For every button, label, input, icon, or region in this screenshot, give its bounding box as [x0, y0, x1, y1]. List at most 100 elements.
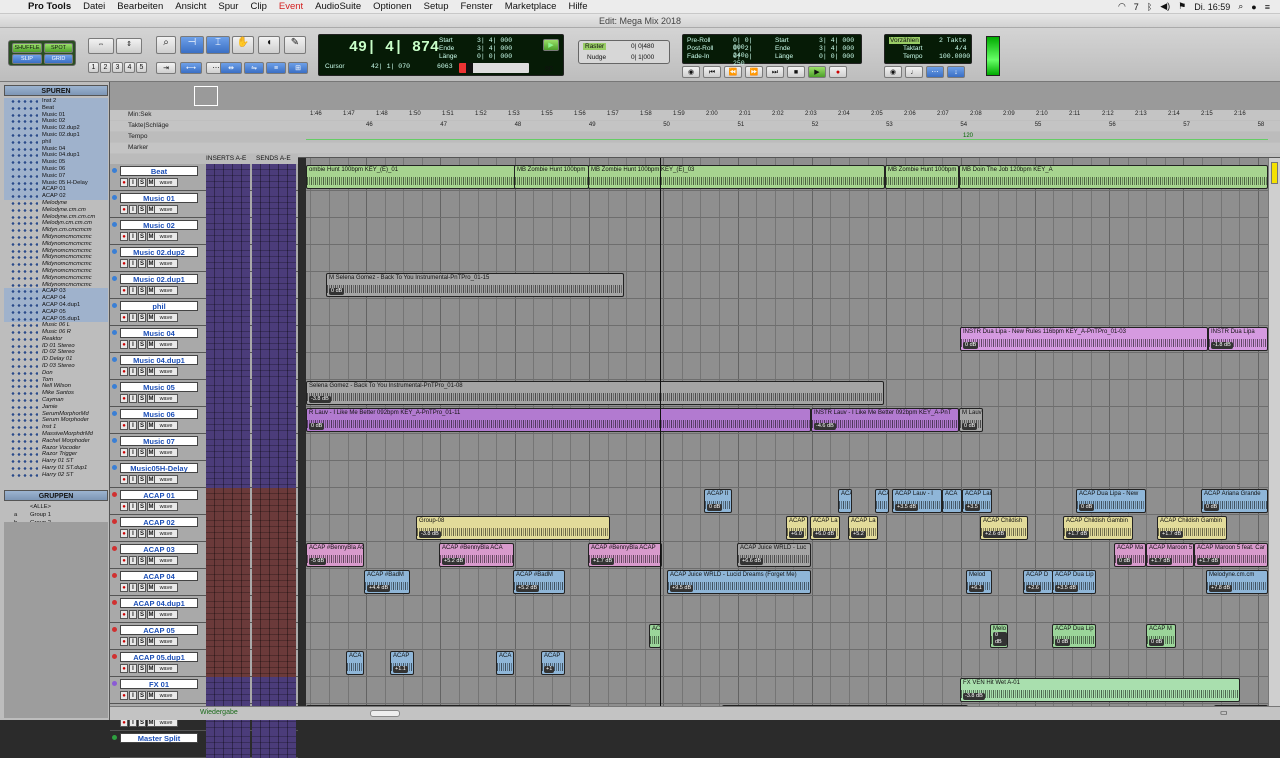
solo-icon[interactable]: S: [138, 583, 146, 592]
audio-clip[interactable]: ACAP #BadM +4.4 dB: [364, 570, 410, 594]
sidebar-track-item[interactable]: Mldynomcmcmcmc: [4, 241, 108, 248]
universe-overview[interactable]: [110, 82, 1280, 110]
track-name[interactable]: ACAP 03: [120, 544, 198, 554]
audio-clip[interactable]: ACAP Childish Gambin +1.7 dB: [1157, 516, 1227, 540]
audio-clip[interactable]: ACAP Maroon 5 +1.7 dB: [1146, 543, 1194, 567]
audio-clip[interactable]: Melodyne.cm.cm +7.8 dB: [1206, 570, 1268, 594]
sidebar-track-item[interactable]: Harry 01 ST.dup1: [4, 465, 108, 472]
trim-tool-icon[interactable]: ⊣: [180, 36, 204, 54]
insert-slots[interactable]: [206, 434, 250, 461]
rec-arm-icon[interactable]: ●: [120, 313, 128, 322]
insert-slots[interactable]: [206, 245, 250, 272]
track-lane[interactable]: FX VEN Hit Wet A-01 -3.8 dB: [306, 677, 1268, 704]
track-header[interactable]: ACAP 05 ● I S Mwave: [110, 623, 298, 650]
menu-fenster[interactable]: Fenster: [455, 1, 499, 12]
sidebar-track-item[interactable]: MassiveMorphdrMd: [4, 431, 108, 438]
audio-clip[interactable]: ACAP #BennyBla ACA +5.2 dB: [439, 543, 514, 567]
stacks-icon[interactable]: ⊞: [288, 62, 308, 74]
send-slots[interactable]: [252, 191, 296, 218]
track-visibility-icon[interactable]: [10, 188, 38, 192]
send-slots[interactable]: [252, 542, 296, 569]
meter-value[interactable]: 4/4: [955, 45, 967, 52]
track-visibility-icon[interactable]: [10, 324, 38, 328]
audio-clip[interactable]: ACAP Lau +3.5: [962, 489, 992, 513]
transportfields-value[interactable]: 0| 0| 000: [819, 53, 854, 60]
track-header[interactable]: ACAP 01 ● I S Mwave: [110, 488, 298, 515]
solo-icon[interactable]: S: [138, 178, 146, 187]
track-visibility-icon[interactable]: [10, 106, 38, 110]
track-name[interactable]: Music 02.dup1: [120, 274, 198, 284]
input-monitor-icon[interactable]: I: [129, 232, 137, 241]
audio-clip[interactable]: ACAP M 0 dB: [1146, 624, 1176, 648]
clip-gain[interactable]: +1.7 dB: [1149, 558, 1173, 565]
solo-icon[interactable]: S: [138, 205, 146, 214]
track-visibility-icon[interactable]: [10, 215, 38, 219]
pencil-tool-icon[interactable]: ✎: [284, 36, 306, 54]
wifi-icon[interactable]: ◠: [1114, 1, 1130, 12]
countoff-label[interactable]: Vorzählen: [889, 37, 920, 44]
track-visibility-icon[interactable]: [10, 195, 38, 199]
track-visibility-icon[interactable]: [10, 439, 38, 443]
solo-icon[interactable]: S: [138, 502, 146, 511]
track-name[interactable]: phil: [120, 301, 198, 311]
sidebar-track-item[interactable]: SerumMorphorMd: [4, 411, 108, 418]
zoom-in-button[interactable]: ⇕: [116, 38, 142, 54]
track-header[interactable]: Music05H-Delay ● I S Mwave: [110, 461, 298, 488]
track-visibility-icon[interactable]: [10, 269, 38, 273]
track-visibility-icon[interactable]: [10, 242, 38, 246]
battery-count[interactable]: 7: [1130, 2, 1143, 12]
link-timeline-icon[interactable]: ⟷: [180, 62, 202, 74]
solo-icon[interactable]: S: [138, 691, 146, 700]
sidebar-track-item[interactable]: Mldynomcmcmcmc: [4, 275, 108, 282]
track-visibility-icon[interactable]: [10, 392, 38, 396]
sidebar-track-item[interactable]: Tom: [4, 377, 108, 384]
track-name[interactable]: ACAP 05.dup1: [120, 652, 198, 662]
preroll-value[interactable]: 0| 0| 250: [733, 53, 767, 67]
sidebar-track-item[interactable]: Mldynomcmcmcmc: [4, 234, 108, 241]
user-icon[interactable]: ●: [1247, 2, 1260, 12]
solo-icon[interactable]: S: [138, 475, 146, 484]
track-lane[interactable]: [306, 191, 1268, 218]
clip-gain[interactable]: -3.8 dB: [309, 396, 331, 403]
rec-arm-icon[interactable]: ●: [120, 178, 128, 187]
track-visibility-icon[interactable]: [10, 140, 38, 144]
track-name[interactable]: ACAP 02: [120, 517, 198, 527]
track-header[interactable]: Music 02.dup1 ● I S Mwave: [110, 272, 298, 299]
tempo-value[interactable]: 100.0000: [939, 53, 970, 60]
tempo-change-marker[interactable]: 120: [963, 132, 973, 141]
insert-slots[interactable]: [206, 461, 250, 488]
rec-arm-icon[interactable]: ●: [120, 502, 128, 511]
send-slots[interactable]: [252, 650, 296, 677]
input-monitor-icon[interactable]: I: [129, 448, 137, 457]
sidebar-track-item[interactable]: ACAP 03: [4, 288, 108, 296]
track-lane[interactable]: Selena Gomez - Back To You Instrumental-…: [306, 380, 1268, 407]
send-slots[interactable]: [252, 326, 296, 353]
slip-button[interactable]: SLIP: [12, 54, 42, 64]
track-view-selector[interactable]: wave: [154, 448, 178, 457]
sidebar-track-item[interactable]: Mike Santos: [4, 390, 108, 397]
track-header[interactable]: ACAP 02 ● I S Mwave: [110, 515, 298, 542]
audio-clip[interactable]: ACAP Il 0 dB: [704, 489, 732, 513]
input-monitor-icon[interactable]: I: [129, 691, 137, 700]
solo-icon[interactable]: S: [138, 421, 146, 430]
insert-slots[interactable]: [206, 299, 250, 326]
track-visibility-icon[interactable]: [10, 446, 38, 450]
insert-slots[interactable]: [206, 650, 250, 677]
countoff-value[interactable]: 2 Takte: [939, 37, 966, 44]
audio-clip[interactable]: ACA: [496, 651, 514, 675]
track-visibility-icon[interactable]: [10, 113, 38, 117]
track-view-selector[interactable]: wave: [154, 313, 178, 322]
send-slots[interactable]: [252, 515, 296, 542]
track-lane[interactable]: [306, 218, 1268, 245]
sidebar-track-item[interactable]: ACAP 04.dup1: [4, 301, 108, 309]
spotlight-icon[interactable]: ⌕: [1234, 1, 1247, 12]
clip-gain[interactable]: +5.2: [851, 531, 866, 538]
clip-gain[interactable]: +2.6: [1026, 585, 1041, 592]
audio-clip[interactable]: ACAP #BennyBla ACAP +1.7 dB: [588, 543, 662, 567]
audio-clip[interactable]: ACA: [875, 489, 889, 513]
track-lane[interactable]: ACAP #BadM +4.4 dB ACAP #BadM +5.2 dB ACAP J…: [306, 569, 1268, 596]
track-header[interactable]: Music 06 ● I S Mwave: [110, 407, 298, 434]
rec-arm-icon[interactable]: ●: [120, 205, 128, 214]
sidebar-track-item[interactable]: ID 03 Stereo: [4, 363, 108, 370]
rec-arm-icon[interactable]: ●: [120, 691, 128, 700]
